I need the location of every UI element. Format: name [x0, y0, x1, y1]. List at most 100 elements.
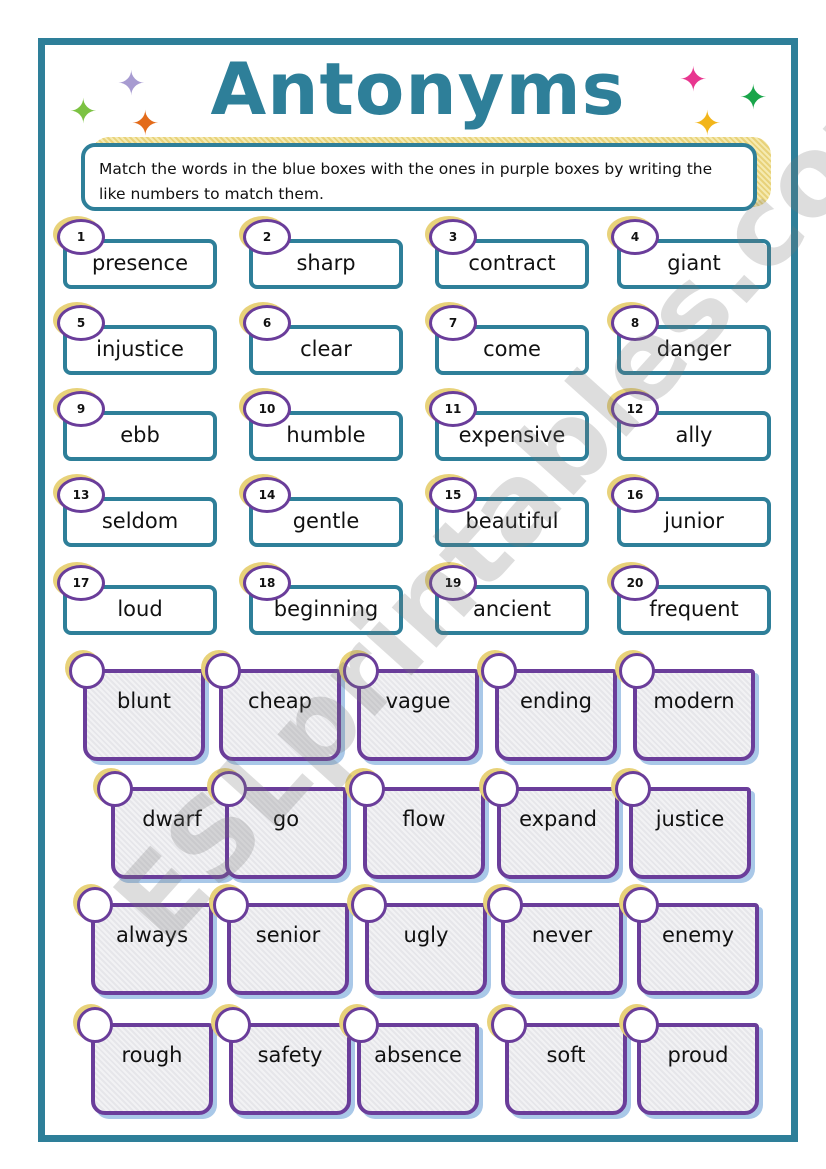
blue-word: beginning: [273, 597, 379, 621]
purple-word: justice: [655, 807, 725, 831]
blue-word-card: 20 frequent: [611, 565, 775, 635]
blue-word: contract: [468, 251, 556, 275]
purple-word: blunt: [116, 689, 172, 713]
answer-circle[interactable]: [215, 1007, 251, 1043]
answer-circle[interactable]: [77, 1007, 113, 1043]
purple-box: [83, 669, 205, 761]
number-circle: 1: [57, 219, 105, 255]
number-circle: 16: [611, 477, 659, 513]
purple-word: never: [531, 923, 593, 947]
star-icon: ✦: [131, 104, 160, 144]
answer-circle[interactable]: [481, 653, 517, 689]
blue-word: frequent: [649, 597, 739, 621]
purple-box: [637, 1023, 759, 1115]
purple-word: rough: [121, 1043, 183, 1067]
purple-box: [227, 903, 349, 995]
blue-word: clear: [300, 337, 352, 361]
purple-box: [501, 903, 623, 995]
answer-circle[interactable]: [351, 887, 387, 923]
purple-box: [497, 787, 619, 879]
answer-circle[interactable]: [615, 771, 651, 807]
blue-word: ebb: [120, 423, 160, 447]
purple-box: [363, 787, 485, 879]
blue-word-card: 9 ebb: [57, 391, 221, 461]
star-icon: ✦: [117, 64, 146, 104]
purple-word-card: expand: [483, 771, 625, 883]
purple-word-card: modern: [619, 653, 761, 765]
blue-word: loud: [117, 597, 163, 621]
purple-box: [495, 669, 617, 761]
blue-word-card: 15 beautiful: [429, 477, 593, 547]
blue-word-card: 17 loud: [57, 565, 221, 635]
answer-circle[interactable]: [623, 887, 659, 923]
purple-box: [633, 669, 755, 761]
blue-word-card: 10 humble: [243, 391, 407, 461]
purple-word: proud: [667, 1043, 729, 1067]
purple-word-card: ugly: [351, 887, 493, 999]
purple-word: cheap: [248, 689, 312, 713]
blue-word-card: 5 injustice: [57, 305, 221, 375]
number-circle: 9: [57, 391, 105, 427]
number-circle: 5: [57, 305, 105, 341]
purple-word-card: vague: [343, 653, 485, 765]
purple-word-card: cheap: [205, 653, 347, 765]
answer-circle[interactable]: [349, 771, 385, 807]
purple-box: [357, 1023, 479, 1115]
purple-word-card: justice: [615, 771, 757, 883]
purple-word-card: always: [77, 887, 219, 999]
purple-word: vague: [385, 689, 451, 713]
purple-box: [229, 1023, 351, 1115]
purple-word-card: ending: [481, 653, 623, 765]
purple-word: dwarf: [142, 807, 202, 831]
purple-word-card: safety: [215, 1007, 357, 1119]
answer-circle[interactable]: [483, 771, 519, 807]
star-icon: ✦: [679, 60, 708, 100]
blue-word-card: 7 come: [429, 305, 593, 375]
number-circle: 17: [57, 565, 105, 601]
blue-word-card: 8 danger: [611, 305, 775, 375]
blue-word: junior: [664, 509, 724, 533]
answer-circle[interactable]: [343, 1007, 379, 1043]
number-circle: 11: [429, 391, 477, 427]
worksheet-frame: Antonyms ✦ ✦ ✦ ✦ ✦ ✦ Match the words in …: [38, 38, 798, 1142]
blue-word: humble: [286, 423, 366, 447]
answer-circle[interactable]: [77, 887, 113, 923]
answer-circle[interactable]: [619, 653, 655, 689]
purple-word-card: rough: [77, 1007, 219, 1119]
number-circle: 12: [611, 391, 659, 427]
purple-box: [91, 903, 213, 995]
purple-word-card: senior: [213, 887, 355, 999]
blue-word-card: 16 junior: [611, 477, 775, 547]
purple-word-card: go: [211, 771, 353, 883]
blue-word-card: 14 gentle: [243, 477, 407, 547]
answer-circle[interactable]: [205, 653, 241, 689]
number-circle: 19: [429, 565, 477, 601]
purple-word: ending: [519, 689, 593, 713]
purple-box: [637, 903, 759, 995]
purple-word: senior: [255, 923, 321, 947]
number-circle: 15: [429, 477, 477, 513]
blue-word: ally: [675, 423, 713, 447]
answer-circle[interactable]: [623, 1007, 659, 1043]
purple-word: safety: [257, 1043, 323, 1067]
number-circle: 14: [243, 477, 291, 513]
answer-circle[interactable]: [213, 887, 249, 923]
answer-circle[interactable]: [97, 771, 133, 807]
answer-circle[interactable]: [491, 1007, 527, 1043]
purple-box: [219, 669, 341, 761]
blue-word: giant: [667, 251, 721, 275]
blue-word: presence: [91, 251, 189, 275]
answer-circle[interactable]: [69, 653, 105, 689]
blue-word-card: 1 presence: [57, 219, 221, 289]
answer-circle[interactable]: [211, 771, 247, 807]
purple-box: [365, 903, 487, 995]
purple-word: enemy: [661, 923, 735, 947]
number-circle: 20: [611, 565, 659, 601]
purple-word: always: [115, 923, 189, 947]
number-circle: 3: [429, 219, 477, 255]
purple-word: soft: [546, 1043, 586, 1067]
blue-word: gentle: [292, 509, 360, 533]
purple-box: [505, 1023, 627, 1115]
answer-circle[interactable]: [343, 653, 379, 689]
answer-circle[interactable]: [487, 887, 523, 923]
